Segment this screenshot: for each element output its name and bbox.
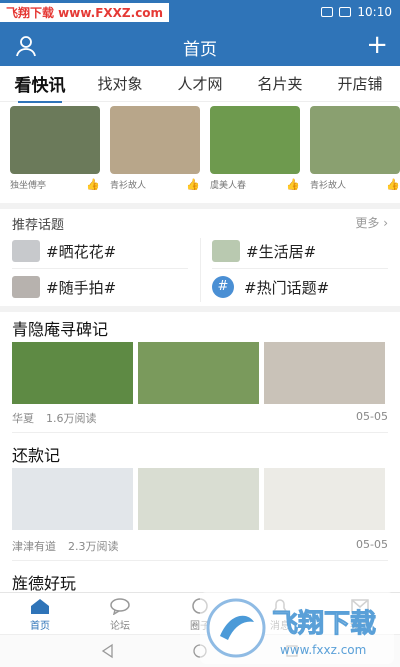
post-author: 津津有道 <box>12 540 56 553</box>
photo-card[interactable]: 青衫故人 👍 <box>310 106 400 191</box>
post-meta: 津津有道 2.3万阅读 05-05 <box>12 538 388 554</box>
thumbs-up-icon[interactable]: 👍 <box>286 178 300 191</box>
photo-thumbnail[interactable] <box>210 106 300 174</box>
post-title[interactable]: 还款记 <box>12 442 60 466</box>
topic-item[interactable]: #晒花花# <box>12 236 192 266</box>
topic-label: #生活居# <box>246 242 317 261</box>
post-image[interactable] <box>138 342 259 404</box>
read-count: 2.3万阅读 <box>68 540 119 553</box>
topic-item[interactable]: # #热门话题# <box>212 272 392 302</box>
home-icon <box>31 599 49 614</box>
photo-thumbnail[interactable] <box>110 106 200 174</box>
battery-icon <box>339 7 352 17</box>
tab-dating[interactable]: 找对象 <box>80 73 160 94</box>
topic-label: #热门话题# <box>244 278 330 297</box>
post-images[interactable] <box>12 468 385 530</box>
post-date: 05-05 <box>356 538 388 551</box>
status-time: 10:10 <box>357 5 392 19</box>
category-tabs: 看快讯 找对象 人才网 名片夹 开店铺 <box>0 66 400 103</box>
tab-jobs[interactable]: 人才网 <box>160 73 240 94</box>
post-image[interactable] <box>12 342 133 404</box>
more-link[interactable]: 更多 › <box>355 214 388 233</box>
post-image[interactable] <box>12 468 133 530</box>
svg-text:www.fxxz.com: www.fxxz.com <box>280 643 366 657</box>
post-images[interactable] <box>12 342 385 404</box>
tab-news[interactable]: 看快讯 <box>0 71 80 103</box>
post-author: 华夏 <box>12 412 34 425</box>
section-divider <box>0 306 400 312</box>
photo-card[interactable]: 独坐傅亭 👍 <box>10 106 102 191</box>
thumbs-up-icon[interactable]: 👍 <box>86 178 100 191</box>
topic-item[interactable]: #随手拍# <box>12 272 192 302</box>
photo-thumbnail[interactable] <box>310 106 400 174</box>
post-date: 05-05 <box>356 410 388 423</box>
topic-thumbnail <box>12 276 40 298</box>
post-divider <box>12 560 388 561</box>
topics-heading: 推荐话题 <box>12 218 65 233</box>
nav-label: 首页 <box>30 621 50 632</box>
photo-strip: 独坐傅亭 👍 青衫故人 👍 虞美人春 👍 青衫故人 👍 <box>0 106 400 196</box>
watermark-logo: 飞翔下载 www.fxxz.com <box>200 592 394 664</box>
topic-divider <box>200 238 201 302</box>
topic-item[interactable]: #生活居# <box>212 236 392 266</box>
topics-header: 推荐话题 更多 › <box>12 214 388 233</box>
topic-label: #随手拍# <box>46 278 117 297</box>
tab-shop[interactable]: 开店铺 <box>320 73 400 94</box>
hashtag-icon: # <box>212 276 234 298</box>
post-image[interactable] <box>138 468 259 530</box>
nav-label: 论坛 <box>110 621 130 632</box>
thumbs-up-icon[interactable]: 👍 <box>386 178 400 191</box>
signal-icon <box>321 7 334 17</box>
photo-thumbnail[interactable] <box>10 106 100 174</box>
photo-card[interactable]: 虞美人春 👍 <box>210 106 302 191</box>
post-image[interactable] <box>264 468 385 530</box>
photo-author: 青衫故人 <box>110 181 147 191</box>
post-meta: 华夏 1.6万阅读 05-05 <box>12 410 388 426</box>
topic-thumbnail <box>212 240 240 262</box>
topic-thumbnail <box>12 240 40 262</box>
watermark-text: 飞翔下载 www.FXXZ.com <box>0 3 170 22</box>
nav-home[interactable]: 首页 <box>0 593 80 634</box>
read-count: 1.6万阅读 <box>46 412 97 425</box>
status-bar: 飞翔下载 www.FXXZ.com 10:10 <box>0 0 400 26</box>
post-divider <box>12 432 388 433</box>
topic-divider <box>212 268 388 269</box>
photo-author: 虞美人春 <box>210 181 247 191</box>
post-title[interactable]: 旌德好玩 <box>12 570 76 594</box>
back-icon[interactable] <box>100 643 116 659</box>
app-header: 首页 + <box>0 26 400 66</box>
topic-divider <box>12 268 188 269</box>
chat-bubble-icon <box>110 598 130 615</box>
add-icon[interactable]: + <box>366 32 388 58</box>
section-divider <box>0 203 400 209</box>
topic-label: #晒花花# <box>46 242 117 261</box>
page-title: 首页 <box>183 40 217 60</box>
post-image[interactable] <box>264 342 385 404</box>
post-title[interactable]: 青隐庵寻碑记 <box>12 316 108 340</box>
nav-forum[interactable]: 论坛 <box>80 593 160 634</box>
thumbs-up-icon[interactable]: 👍 <box>186 178 200 191</box>
svg-text:飞翔下载: 飞翔下载 <box>272 609 376 639</box>
photo-card[interactable]: 青衫故人 👍 <box>110 106 202 191</box>
photo-author: 青衫故人 <box>310 181 347 191</box>
photo-author: 独坐傅亭 <box>10 181 47 191</box>
tab-cards[interactable]: 名片夹 <box>240 73 320 94</box>
